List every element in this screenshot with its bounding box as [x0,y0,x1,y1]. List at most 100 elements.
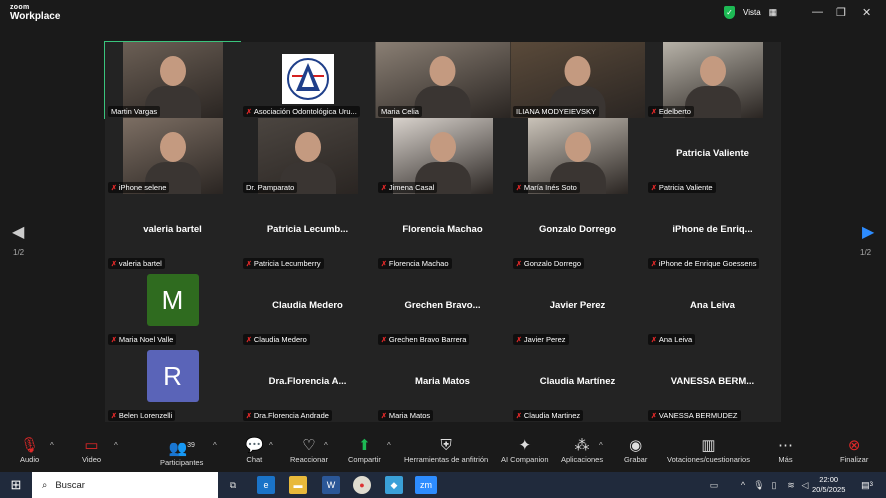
host-shield-icon: ⛨ [440,437,452,454]
participant-tile[interactable]: ✗ Jimena Casal [375,118,510,194]
edge-icon[interactable]: e [257,476,275,494]
zoom-logo: zoom Workplace [10,4,60,22]
mic-muted-icon: ✗ [111,336,117,344]
taskbar-search-input[interactable]: ⌕ Buscar [32,472,218,498]
participant-tile[interactable]: R ✗ Belen Lorenzelli [105,346,240,422]
participant-name-label: ✗ María Inés Soto [513,182,580,193]
mic-muted-icon: ✗ [246,260,252,268]
participant-name: VANESSA BERMUDEZ [658,411,738,420]
participant-tile[interactable]: valeria bartel ✗ valeria bartel [105,194,240,270]
security-shield-icon[interactable]: ✓ [724,6,735,19]
share-chevron-icon[interactable]: ^ [387,441,391,450]
restore-icon[interactable]: ❐ [836,6,846,19]
tray-icon-1[interactable]: ▭ [705,476,723,494]
view-label[interactable]: Vista [743,8,761,17]
participant-tile[interactable]: M ✗ Maria Noel Valle [105,270,240,346]
react-button[interactable]: ♡ Reaccionar [290,437,328,464]
heart-icon: ♡ [302,437,316,454]
mic-muted-icon: ✗ [111,412,117,420]
share-screen-icon: ⬆ [358,437,371,454]
record-button[interactable]: ◉ Grabar [624,437,647,464]
participant-tile[interactable]: ✗ Edelberto [645,42,780,118]
participant-display-name: valeria bartel [143,224,202,235]
participant-name-label: ✗ Gonzalo Dorrego [513,258,584,269]
more-button[interactable]: ⋯ Más [778,437,793,464]
task-view-icon[interactable]: ⧉ [224,476,242,494]
participant-tile[interactable]: Gonzalo Dorrego ✗ Gonzalo Dorrego [510,194,645,270]
participant-tile[interactable]: Dra.Florencia A... ✗ Dra.Florencia Andrade [240,346,375,422]
participant-display-name: Dra.Florencia A... [268,376,347,387]
minimize-icon[interactable]: — [812,6,823,18]
chat-button[interactable]: 💬 Chat [245,437,264,464]
more-dots-icon: ⋯ [778,437,793,454]
end-call-icon: ⊗ [847,437,861,454]
mic-muted-icon: ✗ [516,260,522,268]
participant-name-label: ✗ Grechen Bravo Barrera [378,334,470,345]
next-page-icon[interactable]: ▶ [862,222,874,242]
participants-button[interactable]: 👥39 Participantes [160,437,203,467]
title-bar: zoom Workplace ✓ Vista ▦ — ❐ ✕ [0,0,886,28]
host-tools-button[interactable]: ⛨ Herramientas de anfitrión [404,437,488,464]
participant-tile[interactable]: Patricia Lecumb... ✗ Patricia Lecumberry [240,194,375,270]
close-icon[interactable]: ✕ [862,6,871,19]
grid-view-icon[interactable]: ▦ [769,7,778,18]
participant-tile[interactable]: ✗ iPhone selene [105,118,240,194]
apps-label: Aplicaciones [561,455,604,464]
participant-tile[interactable]: ILIANA MODYEIEVSKY [510,42,645,118]
mic-muted-icon: ✗ [381,184,387,192]
participant-tile[interactable]: ✗ Asociación Odontológica Uru... [240,42,375,118]
mic-muted-icon: ✗ [651,184,657,192]
react-chevron-icon[interactable]: ^ [324,441,328,450]
participant-tile[interactable]: iPhone de Enriq... ✗ iPhone de Enrique Goe… [645,194,780,270]
participant-tile[interactable]: VANESSA BERM... ✗ VANESSA BERMUDEZ [645,346,780,422]
file-explorer-icon[interactable]: ▬ [289,476,307,494]
participant-avatar: M [146,274,199,326]
mic-muted-icon: ✗ [111,184,117,192]
view-control[interactable]: ✓ Vista ▦ [724,6,777,19]
zoom-taskbar-icon[interactable]: zm [415,476,437,494]
mic-muted-icon: ✗ [651,108,657,116]
participant-tile[interactable]: Florencia Machao ✗ Florencia Machao [375,194,510,270]
participant-name: Grechen Bravo Barrera [388,335,467,344]
person-body [414,86,471,118]
participant-tile[interactable]: Patricia Valiente ✗ Patricia Valiente [645,118,780,194]
participant-tile[interactable]: Martin Vargas [104,41,241,119]
participant-tile[interactable]: Grechen Bravo... ✗ Grechen Bravo Barrera [375,270,510,346]
video-button[interactable]: ▭ Video [82,437,101,464]
prev-page-icon[interactable]: ◀ [12,222,24,242]
polls-button[interactable]: ▥ Votaciones/cuestionarios [667,437,750,464]
audio-options-chevron-icon[interactable]: ^ [50,441,54,450]
host-tools-label: Herramientas de anfitrión [404,455,489,464]
participant-tile[interactable]: Claudia Medero ✗ Claudia Medero [240,270,375,346]
participant-tile[interactable]: Claudia Martínez ✗ Claudia Martinez [510,346,645,422]
video-options-chevron-icon[interactable]: ^ [114,441,118,450]
logo-bottom-text: Workplace [10,11,61,22]
word-icon[interactable]: W [322,476,340,494]
participant-tile[interactable]: Maria Celia [375,42,510,118]
participant-tile[interactable]: Ana Leiva ✗ Ana Leiva [645,270,780,346]
participant-name-label: Maria Celia [378,106,422,117]
ai-companion-button[interactable]: ✦ AI Companion [501,437,549,464]
participant-tile[interactable]: Dr. Pamparato [240,118,375,194]
participants-chevron-icon[interactable]: ^ [213,441,217,450]
audio-button[interactable]: 🎙 Audio [20,437,39,464]
share-button[interactable]: ⬆ Compartir [348,437,381,464]
mic-muted-icon: ✗ [246,336,252,344]
system-clock[interactable]: 22:00 20/5/2025 [812,475,845,495]
chat-chevron-icon[interactable]: ^ [269,441,273,450]
participant-tile[interactable]: ✗ María Inés Soto [510,118,645,194]
os-taskbar: ⊞ ⌕ Buscar ⧉ e ▬ W ● ◆ zm ▭ ^ 🎙 ▯ ≋ ◁ 22… [0,472,886,498]
participant-tile[interactable]: Maria Matos ✗ Maria Matos [375,346,510,422]
notifications-icon[interactable]: ▤ 3 [858,476,876,494]
participant-name-label: Martin Vargas [108,106,161,117]
end-meeting-button[interactable]: ⊗ Finalizar [840,437,868,464]
app-icon[interactable]: ◆ [385,476,403,494]
chrome-icon[interactable]: ● [353,476,371,494]
participant-display-name: Javier Perez [549,300,606,311]
battery-icon[interactable]: ▯ [765,476,783,494]
windows-start-icon[interactable]: ⊞ [7,476,25,494]
video-off-icon: ▭ [84,437,99,454]
apps-chevron-icon[interactable]: ^ [599,441,603,450]
apps-button[interactable]: ⁂ Aplicaciones [561,437,603,464]
participant-tile[interactable]: Javier Perez ✗ Javier Perez [510,270,645,346]
